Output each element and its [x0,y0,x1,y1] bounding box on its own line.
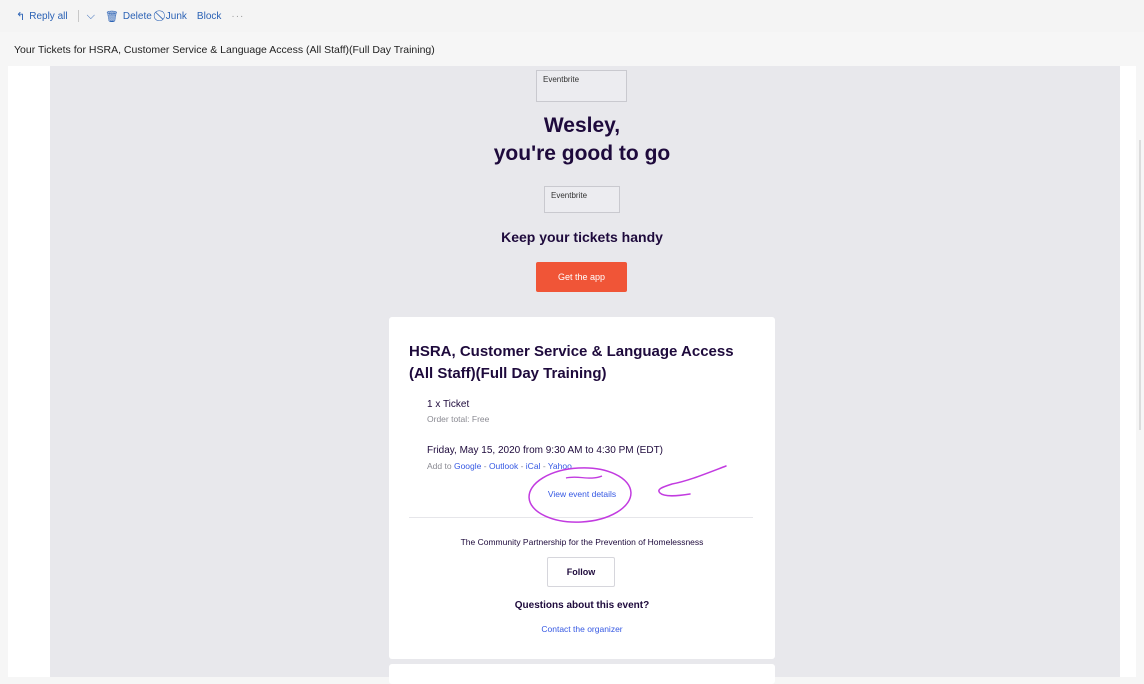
greeting-message: you're good to go [493,142,671,165]
add-to-label: Add to [427,461,452,471]
eventbrite-app-image: Eventbrite [544,186,620,213]
eventbrite-logo-image: Eventbrite [536,70,627,102]
delete-button[interactable]: 🗑 Delete [105,10,152,23]
delete-label: Delete [122,10,152,22]
contact-organizer-link[interactable]: Contact the organizer [389,624,775,634]
calendar-separator: - [518,461,526,471]
calendar-link-outlook[interactable]: Outlook [489,461,518,471]
more-actions-button[interactable]: ··· [231,11,244,22]
get-the-app-button[interactable]: Get the app [536,262,627,292]
calendar-separator: - [540,461,548,471]
greeting-heading: Wesley, you're good to go [430,112,734,168]
reply-all-label: Reply all [29,10,68,22]
junk-label: Junk [165,10,187,22]
organizer-name: The Community Partnership for the Preven… [460,537,704,547]
block-label: Block [196,10,222,22]
calendar-link-yahoo[interactable]: Yahoo [548,461,572,471]
calendar-link-ical[interactable]: iCal [526,461,541,471]
calendar-link-google[interactable]: Google [454,461,481,471]
email-canvas: Eventbrite Wesley, you're good to go Eve… [50,66,1120,684]
event-card: HSRA, Customer Service & Language Access… [389,317,775,659]
calendar-separator: - [481,461,489,471]
questions-heading: Questions about this event? [514,600,650,611]
reply-all-button[interactable]: ↰ Reply all [16,10,68,23]
reply-options-dropdown[interactable]: ⌵ [87,10,95,23]
scrollbar-track[interactable] [1139,140,1141,430]
order-total: Order total: Free [427,414,490,424]
block-button[interactable]: Block [197,11,221,22]
reply-all-icon: ↰ [16,10,26,23]
next-card-edge [389,664,775,684]
command-toolbar: ↰ Reply all ⌵ 🗑 Delete ⃠ Junk Block ··· [0,0,1144,32]
more-icon: ··· [231,10,245,22]
add-to-calendar-row: Add to Google - Outlook - iCal - Yahoo [427,461,572,471]
trash-icon: 🗑 [104,10,119,23]
view-event-details-link[interactable]: View event details [389,489,775,499]
junk-button[interactable]: ⃠ Junk [162,10,187,23]
event-date-time: Friday, May 15, 2020 from 9:30 AM to 4:3… [427,445,664,456]
message-body-pane: Eventbrite Wesley, you're good to go Eve… [8,66,1136,684]
follow-organizer-button[interactable]: Follow [547,557,615,587]
email-subject: Your Tickets for HSRA, Customer Service … [14,44,435,56]
chevron-down-icon: ⌵ [86,9,95,22]
greeting-name: Wesley, [543,114,621,137]
ticket-count: 1 x Ticket [427,399,470,410]
card-divider [409,517,753,518]
event-title: HSRA, Customer Service & Language Access… [409,343,734,382]
toolbar-divider [77,10,79,22]
keep-tickets-heading: Keep your tickets handy [501,229,663,245]
